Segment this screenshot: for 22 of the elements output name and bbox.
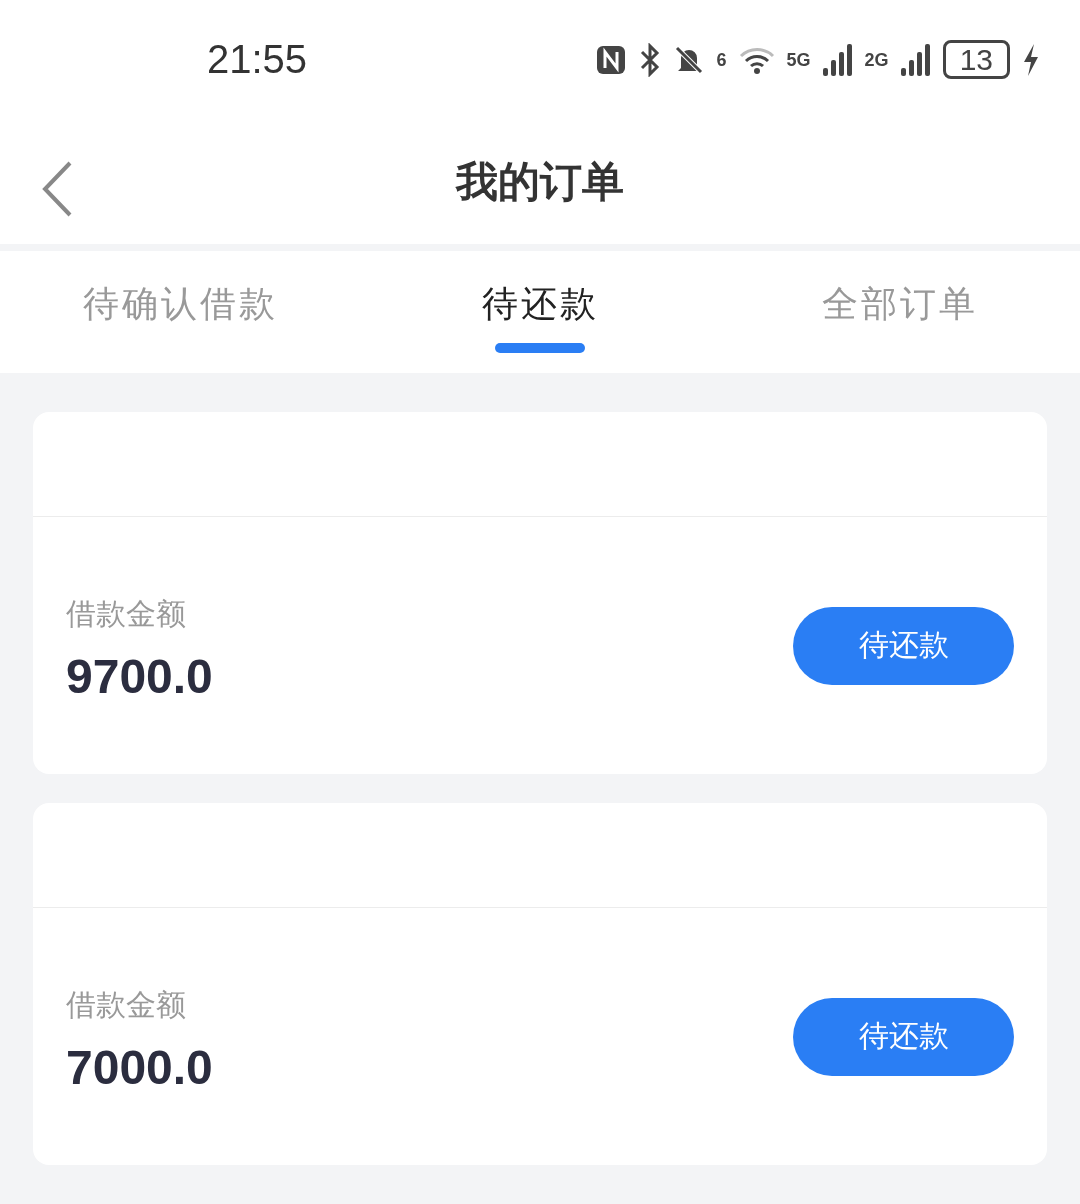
amount-value: 7000.0 (66, 1039, 213, 1095)
amount-label: 借款金额 (66, 985, 187, 1024)
signal-icon (900, 43, 931, 76)
bluetooth-icon (638, 42, 661, 77)
signal-icon (822, 43, 853, 76)
tab[interactable]: 待还款 (481, 280, 599, 330)
network-label: 2G (864, 50, 889, 69)
battery-level: 13 (942, 40, 1010, 80)
repay-button[interactable]: 待还款 (793, 606, 1014, 685)
tab[interactable]: 待确认借款 (82, 280, 278, 330)
amount-label: 借款金额 (66, 594, 187, 633)
status-time: 21:55 (207, 37, 308, 83)
amount-value: 9700.0 (66, 648, 213, 704)
repay-button[interactable]: 待还款 (793, 997, 1014, 1076)
back-icon[interactable] (40, 159, 74, 218)
wifi-label: 6 (716, 50, 727, 69)
page-title: 我的订单 (456, 155, 624, 208)
wifi-icon (738, 45, 775, 74)
tab[interactable]: 全部订单 (822, 280, 978, 330)
nfc-icon (594, 43, 627, 76)
charging-icon (1022, 42, 1040, 77)
network-label: 5G (786, 50, 811, 69)
